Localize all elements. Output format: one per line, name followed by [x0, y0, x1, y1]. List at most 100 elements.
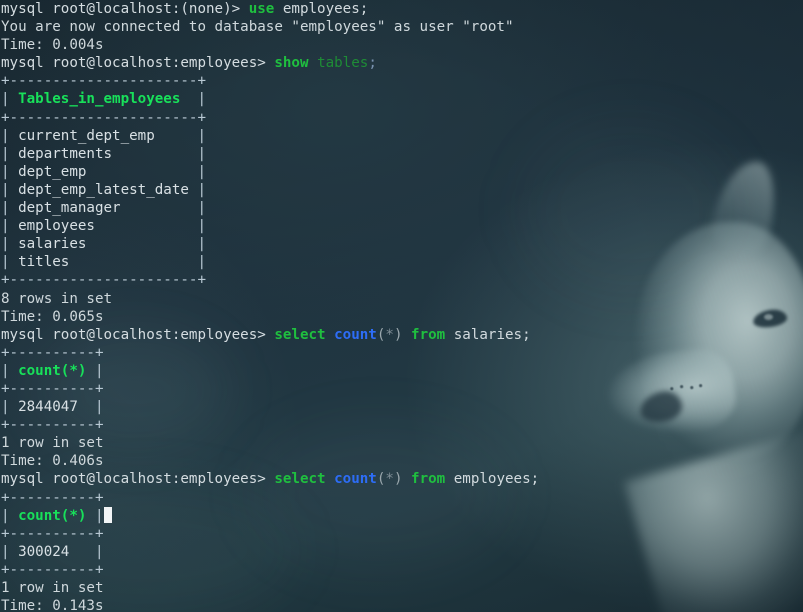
table-pipe-right: | — [94, 218, 207, 235]
table-data-row: | current_dept_emp | — [0, 127, 803, 145]
sql-token-fn: count — [334, 471, 377, 488]
shell-prompt: mysql root@localhost:(none)> — [1, 1, 249, 17]
output-text: Time: 0.004s — [1, 37, 104, 54]
table-data-row: | 2844047 | — [0, 398, 803, 416]
table-pipe-left: | — [1, 362, 19, 379]
table-cell-value: dept_emp_latest_date — [18, 181, 189, 198]
sql-token-fn: count — [334, 326, 377, 343]
sql-token-plain — [326, 471, 335, 487]
table-pipe-right: | — [69, 254, 207, 271]
table-pipe-right: | — [77, 399, 104, 416]
table-pipe-left: | — [1, 181, 19, 198]
table-pipe-right: | — [180, 91, 207, 108]
sql-token-kw: use — [248, 1, 275, 17]
table-pipe-left: | — [1, 145, 19, 162]
table-rule-row: +----------+ — [0, 561, 803, 579]
table-pipe-right: | — [112, 145, 207, 162]
sql-token-plain — [403, 471, 412, 487]
table-data-row: | departments | — [0, 145, 803, 163]
table-rule: +----------+ — [1, 489, 104, 506]
table-rule-row: +----------+ — [0, 525, 803, 543]
table-pipe-right: | — [154, 127, 207, 144]
output-text: 8 rows in set — [1, 290, 113, 307]
command-line: mysql root@localhost:employees> select c… — [0, 470, 803, 488]
table-cell-value: 300024 — [18, 543, 70, 560]
sql-token-plain — [309, 55, 318, 71]
table-rule: +----------+ — [1, 417, 104, 434]
table-pipe-left: | — [1, 236, 19, 253]
table-rule-row: +----------+ — [0, 489, 803, 507]
table-pipe-right: | — [86, 362, 104, 379]
sql-token-semi: ; — [368, 55, 377, 72]
sql-token-plain — [326, 327, 335, 343]
table-cell-value: departments — [18, 145, 113, 162]
table-rule: +----------------------+ — [1, 272, 206, 289]
table-rule-row: +----------------------+ — [0, 271, 803, 289]
table-column-header: count(*) — [18, 362, 87, 379]
table-rule-row: +----------+ — [0, 416, 803, 434]
table-cell-value: dept_emp — [18, 163, 87, 180]
table-pipe-left: | — [1, 200, 19, 217]
sql-token-plain: employees; — [274, 1, 369, 17]
table-cell-value: employees — [18, 218, 95, 235]
text-cursor — [103, 506, 113, 523]
output-text: 1 row in set — [1, 580, 104, 596]
sql-token-kw: show — [274, 55, 309, 72]
table-pipe-left: | — [1, 507, 19, 524]
table-data-row: | 300024 | — [0, 543, 803, 561]
table-data-row: | dept_manager | — [0, 199, 803, 217]
sql-token-plain: employees; — [445, 471, 540, 488]
table-pipe-right: | — [188, 181, 207, 198]
sql-token-star: * — [385, 326, 394, 343]
output-line: Time: 0.004s — [0, 36, 803, 54]
table-pipe-right: | — [86, 236, 207, 253]
table-cell-value: dept_manager — [18, 200, 121, 217]
table-pipe-left: | — [1, 91, 19, 108]
terminal-window[interactable]: mysql root@localhost:(none)> use employe… — [0, 0, 803, 612]
table-pipe-left: | — [1, 127, 19, 144]
sql-token-kw: from — [411, 471, 446, 488]
terminal-output-area[interactable]: mysql root@localhost:(none)> use employe… — [0, 0, 803, 612]
output-line: Time: 0.065s — [0, 308, 803, 326]
table-cell-value: 2844047 — [18, 399, 78, 416]
output-line: You are now connected to database "emplo… — [0, 18, 803, 36]
output-text: Time: 0.143s — [1, 598, 104, 612]
command-line: mysql root@localhost:employees> show tab… — [0, 54, 803, 72]
sql-token-plain — [403, 327, 412, 343]
command-line: mysql root@localhost:(none)> use employe… — [0, 0, 803, 18]
shell-prompt: mysql root@localhost:employees> — [1, 471, 275, 488]
table-pipe-left: | — [1, 399, 19, 416]
table-header-row: | Tables_in_employees | — [0, 90, 803, 108]
table-rule-row: +----------+ — [0, 380, 803, 398]
table-column-header: count(*) — [18, 507, 87, 524]
table-data-row: | titles | — [0, 253, 803, 271]
table-pipe-left: | — [1, 218, 19, 235]
sql-token-kw: from — [411, 326, 446, 343]
sql-token-punct: ) — [393, 326, 403, 343]
table-rule: +----------+ — [1, 561, 104, 578]
shell-prompt: mysql root@localhost:employees> — [1, 55, 275, 72]
output-line: Time: 0.143s — [0, 597, 803, 612]
table-data-row: | dept_emp | — [0, 163, 803, 181]
shell-prompt: mysql root@localhost:employees> — [1, 326, 275, 343]
sql-token-kw: select — [274, 471, 326, 488]
table-pipe-right: | — [120, 200, 207, 217]
table-data-row: | salaries | — [0, 235, 803, 253]
table-pipe-left: | — [1, 254, 19, 271]
output-text: You are now connected to database "emplo… — [1, 19, 514, 36]
table-data-row: | employees | — [0, 217, 803, 235]
table-rule: +----------+ — [1, 344, 104, 361]
table-header-row: | count(*) | — [0, 506, 803, 525]
table-header-row: | count(*) | — [0, 362, 803, 380]
table-column-header: Tables_in_employees — [18, 91, 181, 108]
sql-token-plain: salaries; — [445, 326, 531, 343]
table-pipe-right: | — [86, 163, 207, 180]
table-pipe-right: | — [86, 507, 104, 524]
table-pipe-left: | — [1, 543, 19, 560]
sql-token-punct: ) — [393, 471, 403, 488]
table-cell-value: current_dept_emp — [18, 127, 155, 144]
table-rule: +----------------------+ — [1, 73, 206, 90]
command-line: mysql root@localhost:employees> select c… — [0, 326, 803, 344]
table-pipe-left: | — [1, 163, 19, 180]
output-text: Time: 0.065s — [1, 308, 104, 325]
